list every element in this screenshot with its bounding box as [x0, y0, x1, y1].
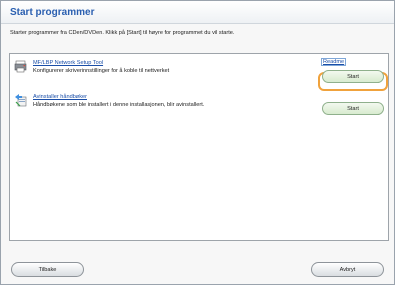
program-list-panel: MF/LBP Network Setup Tool Konfigurerer s… [9, 53, 389, 241]
cancel-button[interactable]: Avbryt [311, 262, 384, 277]
instruction-text: Starter programmer fra CDen/DVDen. Klikk… [10, 30, 235, 36]
back-button[interactable]: Tilbake [11, 262, 84, 277]
program-row-setup-tool: MF/LBP Network Setup Tool Konfigurerer s… [10, 58, 388, 91]
program-row-uninstall-manuals: Avinstaller håndbøker Håndbøkene som ble… [10, 94, 388, 124]
program-title-setup-tool[interactable]: MF/LBP Network Setup Tool [33, 60, 103, 66]
installer-window: Start programmer Starter programmer fra … [0, 0, 395, 285]
readme-link[interactable]: Readme [321, 58, 347, 66]
program-title-uninstall-manuals[interactable]: Avinstaller håndbøker [33, 94, 87, 100]
start-button-uninstall-manuals[interactable]: Start [322, 102, 384, 115]
uninstall-manuals-icon [15, 94, 27, 107]
header-bar: Start programmer [1, 1, 394, 24]
page-title: Start programmer [10, 7, 95, 18]
program-description-setup-tool: Konfigurerer skriverinnstillinger for å … [33, 68, 170, 74]
program-description-uninstall-manuals: Håndbøkene som ble installert i denne in… [33, 102, 205, 108]
start-button-setup-tool[interactable]: Start [322, 70, 384, 83]
printer-network-icon [14, 60, 27, 73]
